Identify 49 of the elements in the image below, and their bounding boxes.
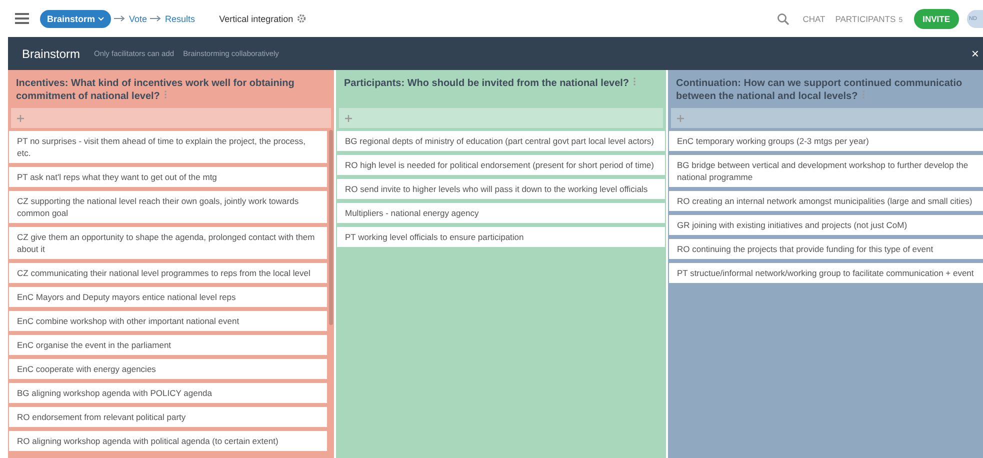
idea-card[interactable]: EnC Mayors and Deputy mayors entice national level reps — [8, 286, 328, 308]
arrow-icon — [114, 15, 126, 22]
plus-icon — [17, 114, 24, 122]
idea-card[interactable]: BG aligning workshop agenda with POLICY agenda — [8, 382, 328, 404]
caret-icon — [98, 16, 104, 20]
add-card-button[interactable] — [11, 108, 331, 128]
idea-card[interactable]: EnC combine workshop with other important national event — [8, 310, 328, 332]
more-icon — [164, 90, 167, 99]
step-tab[interactable]: Brainstorm — [40, 10, 112, 28]
idea-card[interactable]: PT no surprises - visit them ahead of time to explain the project, the process, etc. — [8, 130, 328, 164]
idea-card[interactable]: PT structue/informal network/working group to facilitate communication + event — [668, 262, 983, 284]
idea-card[interactable]: RO continuing the projects that provide funding for this type of event — [668, 238, 983, 260]
idea-card[interactable]: RO creating an internal network amongst municipalities (large and small cities) — [668, 190, 983, 212]
idea-card[interactable]: CZ supporting the national level reach their own goals, jointly work towards common goal — [8, 190, 328, 224]
session-title: Vertical integration — [219, 14, 294, 24]
close-button[interactable]: × — [971, 47, 979, 60]
idea-card[interactable]: BG bridge between vertical and development workshop to further develop the national programme — [668, 154, 983, 188]
idea-card[interactable]: PT ask nat'l reps what they want to get out of the mtg — [8, 166, 328, 188]
plus-icon — [677, 114, 684, 122]
idea-card[interactable]: RO aligning workshop agenda with political agenda (to certain extent) — [8, 430, 328, 452]
step-tab[interactable]: Vote — [129, 14, 148, 24]
chat-link[interactable]: CHAT — [802, 14, 826, 24]
step-tab[interactable]: Results — [165, 14, 196, 24]
scrollbar[interactable] — [329, 130, 333, 325]
idea-card[interactable]: PT working level officials to ensure participation — [336, 226, 666, 248]
more-icon — [633, 77, 636, 86]
idea-card[interactable]: EnC organise the event in the parliament — [8, 334, 328, 356]
gear-icon — [297, 14, 306, 23]
column-title: Continuation: How can we support continued communicatio between the national and local levels? — [675, 77, 964, 103]
idea-card[interactable]: CZ give them an opportunity to shape the agenda, prolonged contact with them about it — [8, 226, 328, 260]
idea-card[interactable]: BG regional depts of ministry of education (part central govt part local level actors) — [336, 130, 666, 152]
add-card-button[interactable] — [671, 108, 983, 128]
idea-card[interactable]: GR joining with existing initiatives and projects (not just CoM) — [668, 214, 983, 236]
search-icon[interactable] — [776, 12, 789, 24]
plus-icon — [345, 114, 352, 122]
column-title: Incentives: What kind of incentives work well for obtaining commitment of national level? — [15, 77, 296, 103]
idea-card[interactable]: RO high level is needed for political endorsement (present for short period of time) — [336, 154, 666, 176]
menu-icon[interactable] — [15, 13, 29, 24]
participants-link[interactable]: PARTICIPANTS — [835, 14, 896, 24]
arrow-icon — [150, 15, 162, 22]
idea-card[interactable]: CZ communicating their national level programmes to reps from the local level — [8, 262, 328, 284]
section-title: Brainstorm — [22, 46, 80, 60]
idea-card[interactable]: Multipliers - national energy agency — [336, 202, 666, 224]
column-title: Participants: Who should be invited from the national level? — [336, 77, 666, 103]
idea-card[interactable]: RO endorsement from relevant political party — [8, 406, 328, 428]
add-card-button[interactable] — [339, 108, 663, 128]
idea-card[interactable]: EnC temporary working groups (2-3 mtgs per year) — [668, 130, 983, 152]
idea-card[interactable]: EnC cooperate with energy agencies — [8, 358, 328, 380]
idea-card[interactable]: RO send invite to higher levels who will pass it down to the working level officials — [336, 178, 666, 200]
